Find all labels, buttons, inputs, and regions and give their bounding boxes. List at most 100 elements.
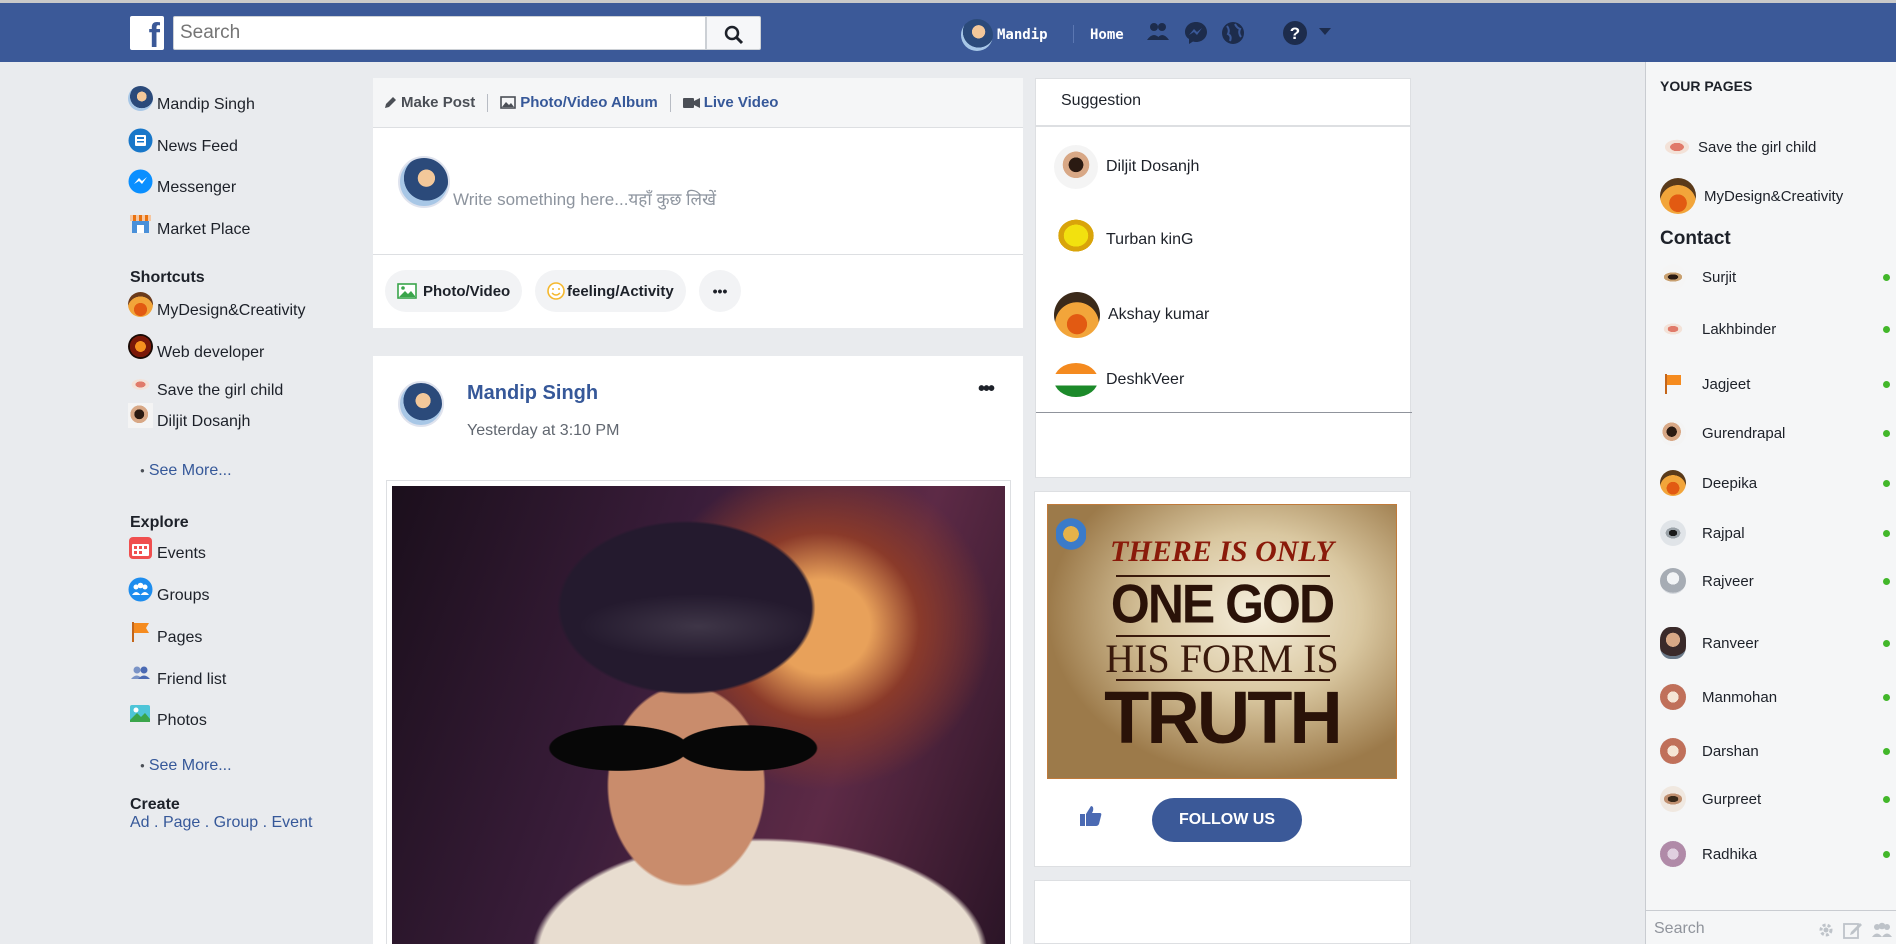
- marketplace-icon: [130, 215, 151, 233]
- contact-item[interactable]: Surjit: [1660, 264, 1890, 290]
- sidebar-item-photos[interactable]: Photos: [128, 705, 207, 733]
- suggestion-card: Suggestion Diljit Dosanjh Turban kinG Ak…: [1035, 78, 1412, 478]
- sidebar-item-friend-list[interactable]: Friend list: [128, 666, 226, 692]
- contact-item[interactable]: Lakhbinder: [1660, 316, 1890, 342]
- shortcut-mydesign[interactable]: MyDesign&Creativity: [128, 292, 305, 323]
- messenger-icon[interactable]: [1183, 20, 1209, 46]
- chat-search-input[interactable]: Search: [1654, 920, 1705, 938]
- post-photo[interactable]: [386, 480, 1011, 944]
- compose-icon[interactable]: [1843, 921, 1863, 939]
- see-more-shortcuts[interactable]: ● See More...: [140, 462, 232, 480]
- shortcut-diljit[interactable]: Diljit Dosanjh: [128, 403, 250, 434]
- contact-item[interactable]: Gurpreet: [1660, 786, 1890, 812]
- video-camera-icon: [682, 97, 700, 108]
- help-icon[interactable]: ?: [1282, 20, 1308, 46]
- contact-name: Jagjeet: [1702, 375, 1751, 393]
- search-button[interactable]: [706, 16, 761, 50]
- suggestion-name: Turban kinG: [1106, 231, 1194, 248]
- online-indicator: [1883, 693, 1890, 701]
- more-options-button[interactable]: •••: [699, 270, 741, 312]
- sidebar-item-messenger[interactable]: Messenger: [128, 169, 236, 200]
- see-more-label: See More...: [148, 462, 232, 479]
- gear-icon[interactable]: [1817, 921, 1835, 939]
- sidebar-item-label: Pages: [157, 628, 203, 646]
- avatar[interactable]: [398, 381, 444, 427]
- friend-requests-icon[interactable]: [1146, 20, 1170, 44]
- post-author[interactable]: Mandip Singh: [467, 382, 598, 405]
- contact-name: Radhika: [1702, 845, 1758, 863]
- thumbs-up-icon[interactable]: [1079, 805, 1103, 827]
- suggestion-item[interactable]: DeshkVeer: [1054, 363, 1184, 397]
- contact-item[interactable]: Jagjeet: [1660, 371, 1890, 397]
- sidebar-item-label: Events: [157, 544, 206, 562]
- photo-video-button[interactable]: Photo/Video: [385, 270, 523, 312]
- sidebar-item-news-feed[interactable]: News Feed: [128, 128, 238, 159]
- contact-item[interactable]: Rajveer: [1660, 568, 1890, 594]
- sidebar-item-profile[interactable]: Mandip Singh: [128, 86, 255, 117]
- contact-item[interactable]: Deepika: [1660, 470, 1890, 496]
- chat-tools: [1817, 921, 1893, 939]
- pencil-icon: [385, 97, 396, 108]
- feed-post: Mandip Singh Yesterday at 3:10 PM •••: [373, 356, 1023, 944]
- follow-us-button[interactable]: FOLLOW US: [1152, 798, 1302, 842]
- create-group-link[interactable]: Group: [214, 814, 258, 831]
- contact-name: Gurendrapal: [1702, 424, 1786, 442]
- page-item-save-girl-child[interactable]: Save the girl child: [1660, 130, 1816, 164]
- page-item-mydesign[interactable]: MyDesign&Creativity: [1660, 178, 1843, 214]
- sidebar-item-pages[interactable]: Pages: [128, 622, 203, 650]
- online-indicator: [1883, 273, 1890, 281]
- online-indicator: [1883, 479, 1890, 487]
- suggestion-item[interactable]: Diljit Dosanjh: [1054, 145, 1199, 189]
- search-input[interactable]: [173, 16, 706, 50]
- create-event-link[interactable]: Event: [272, 814, 313, 831]
- feeling-activity-button[interactable]: feeling/Activity: [535, 270, 686, 312]
- contact-item[interactable]: Radhika: [1660, 841, 1890, 867]
- sidebar-item-groups[interactable]: Groups: [128, 577, 209, 608]
- home-link[interactable]: Home: [1090, 27, 1124, 43]
- avatar: [1660, 420, 1686, 446]
- chevron-down-icon[interactable]: [1318, 25, 1332, 37]
- svg-text:?: ?: [1290, 24, 1300, 43]
- tab-photo-album[interactable]: Photo/Video Album: [500, 94, 658, 111]
- profile-link[interactable]: Mandip: [961, 19, 1048, 51]
- online-indicator: [1883, 529, 1890, 537]
- shortcut-save-girl-child[interactable]: Save the girl child: [128, 372, 283, 403]
- facebook-logo[interactable]: f: [130, 16, 164, 50]
- avatar: [128, 86, 153, 111]
- post-options-button[interactable]: •••: [978, 378, 995, 401]
- suggestion-item[interactable]: Akshay kumar: [1054, 292, 1209, 338]
- tab-live-video[interactable]: Live Video: [682, 94, 778, 111]
- globe-icon[interactable]: [1220, 20, 1246, 46]
- contact-item[interactable]: Darshan: [1660, 738, 1890, 764]
- follow-card: THERE IS ONLY ONE GOD HIS FORM IS TRUTH …: [1034, 491, 1411, 867]
- create-page-link[interactable]: Page: [163, 814, 200, 831]
- avatar: [1054, 218, 1098, 262]
- suggestion-name: Diljit Dosanjh: [1106, 158, 1200, 175]
- contact-item[interactable]: Manmohan: [1660, 684, 1890, 710]
- suggestion-item[interactable]: Turban kinG: [1054, 218, 1193, 262]
- tab-make-post[interactable]: Make Post: [384, 94, 475, 111]
- promo-poster[interactable]: THERE IS ONLY ONE GOD HIS FORM IS TRUTH: [1047, 504, 1397, 779]
- calendar-icon: [129, 537, 152, 559]
- contact-name: Rajveer: [1702, 572, 1754, 590]
- post-timestamp[interactable]: Yesterday at 3:10 PM: [467, 422, 619, 440]
- avatar: [1054, 363, 1098, 397]
- sidebar-item-events[interactable]: Events: [128, 537, 206, 566]
- shortcut-web-developer[interactable]: Web developer: [128, 334, 264, 365]
- create-ad-link[interactable]: Ad: [130, 814, 150, 831]
- groups-icon[interactable]: [1871, 921, 1893, 939]
- see-more-label: See More...: [148, 757, 232, 774]
- contact-name: Deepika: [1702, 474, 1758, 492]
- contact-item[interactable]: Rajpal: [1660, 520, 1890, 546]
- contact-name: Surjit: [1702, 268, 1737, 286]
- contact-item[interactable]: Ranveer: [1660, 627, 1890, 659]
- create-links: Ad . Page . Group . Event: [130, 814, 312, 832]
- post-text-input[interactable]: Write something here...यहाँ कुछ लिखें: [453, 187, 716, 210]
- see-more-explore[interactable]: ● See More...: [140, 757, 232, 775]
- sidebar-item-marketplace[interactable]: Market Place: [128, 215, 250, 242]
- avatar: [1660, 264, 1686, 290]
- composer-tabs: Make Post Photo/Video Album Live Video: [373, 78, 1023, 128]
- online-indicator: [1883, 380, 1890, 388]
- contact-item[interactable]: Gurendrapal: [1660, 420, 1890, 446]
- online-indicator: [1883, 850, 1890, 858]
